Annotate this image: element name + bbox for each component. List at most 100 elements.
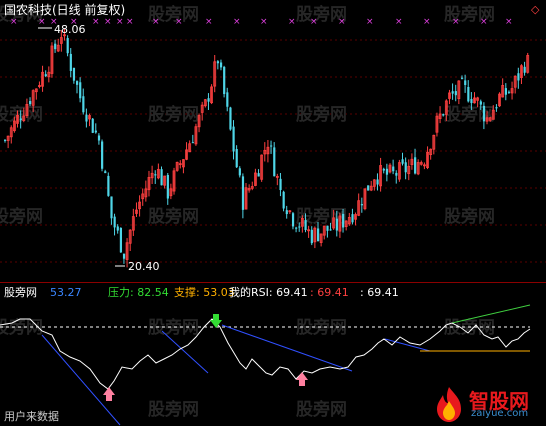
candle bbox=[260, 154, 264, 182]
candle bbox=[72, 67, 76, 84]
candle bbox=[203, 98, 207, 108]
candle bbox=[122, 253, 126, 264]
candle bbox=[523, 61, 526, 76]
candle bbox=[382, 167, 385, 174]
candle bbox=[116, 224, 119, 234]
watermark-text: 股旁网 bbox=[296, 399, 347, 420]
candle bbox=[457, 80, 461, 105]
candle bbox=[244, 183, 248, 210]
site-logo: 智股网 zaiyue.com bbox=[431, 385, 543, 423]
candle bbox=[426, 146, 429, 170]
candle bbox=[395, 170, 398, 184]
watermark-text: 股旁网 bbox=[0, 104, 43, 125]
candle bbox=[101, 139, 104, 172]
candle bbox=[429, 148, 433, 160]
candle bbox=[526, 52, 530, 74]
candle bbox=[229, 106, 232, 131]
candle bbox=[363, 188, 367, 211]
candle bbox=[510, 81, 514, 100]
high-price-label: 48.06 bbox=[54, 23, 86, 36]
candle bbox=[451, 83, 454, 100]
buy-marker-2 bbox=[296, 372, 308, 386]
candle bbox=[41, 65, 44, 92]
candle bbox=[238, 166, 241, 178]
candle bbox=[91, 118, 94, 134]
candle bbox=[210, 84, 213, 105]
candle bbox=[154, 170, 157, 184]
candle bbox=[467, 80, 470, 103]
candle bbox=[50, 42, 54, 78]
candle bbox=[416, 159, 420, 176]
candle bbox=[295, 226, 298, 233]
candle bbox=[495, 104, 498, 112]
x-mark-icon: × bbox=[480, 17, 488, 27]
candle bbox=[282, 190, 285, 212]
candle bbox=[94, 123, 97, 134]
kline-panel[interactable]: 股旁网 股旁网 股旁网 股旁网 股旁网 股旁网 股旁网 股旁网 股旁网 股旁网 股旁网 股旁网 × × ×… bbox=[0, 0, 546, 282]
candle bbox=[414, 148, 417, 175]
candle bbox=[360, 197, 364, 213]
x-mark-icon: × bbox=[423, 17, 431, 27]
candle bbox=[44, 70, 47, 77]
indicator-name: 股旁网 bbox=[4, 286, 37, 299]
candle bbox=[97, 133, 101, 145]
x-mark-icon: × bbox=[126, 17, 134, 27]
candle bbox=[156, 163, 160, 180]
candle bbox=[107, 172, 110, 197]
candle bbox=[166, 172, 169, 205]
x-mark-icon: × bbox=[233, 17, 241, 27]
x-mark-icon: × bbox=[205, 17, 213, 27]
candle bbox=[273, 142, 276, 177]
candle bbox=[397, 159, 401, 182]
candle bbox=[172, 167, 176, 195]
candle bbox=[388, 163, 392, 174]
candle bbox=[4, 138, 7, 143]
candle bbox=[160, 166, 163, 186]
candle bbox=[150, 165, 154, 184]
candle bbox=[191, 134, 194, 144]
candle bbox=[448, 89, 451, 105]
candle bbox=[263, 142, 267, 162]
candle bbox=[250, 181, 254, 191]
candle bbox=[354, 212, 357, 226]
x-mark-icon: × bbox=[10, 17, 18, 27]
rsi-value-red: : 69.41 bbox=[310, 286, 349, 299]
flame-logo-icon bbox=[437, 387, 461, 422]
candle bbox=[138, 195, 141, 217]
candle bbox=[135, 202, 138, 217]
candle bbox=[185, 142, 188, 161]
watermark-layer: 股旁网 股旁网 股旁网 股旁网股旁网 股旁网 股旁网 股旁网股旁网 股旁网 股旁网 股旁网 bbox=[0, 4, 495, 227]
candle bbox=[410, 153, 414, 170]
watermark-text: 股旁网 bbox=[148, 399, 199, 420]
candle bbox=[200, 101, 204, 121]
candle bbox=[85, 108, 88, 128]
candle bbox=[504, 83, 507, 101]
candle bbox=[197, 113, 201, 133]
kline-chart[interactable]: 股旁网 股旁网 股旁网 股旁网股旁网 股旁网 股旁网 股旁网股旁网 股旁网 股旁网 股旁网 × × ×… bbox=[0, 0, 546, 282]
watermark-text: 股旁网 bbox=[148, 317, 199, 338]
candle bbox=[385, 163, 389, 182]
candle bbox=[419, 160, 423, 166]
candle bbox=[169, 183, 173, 200]
candle bbox=[226, 87, 229, 112]
x-mark-icon: × bbox=[505, 17, 513, 27]
candle bbox=[438, 106, 442, 124]
watermark-layer-2: 股旁网股旁网股旁网股旁网股旁网股旁网 bbox=[0, 317, 495, 420]
rsi-label: 我的RSI: 69.41 bbox=[229, 286, 308, 299]
x-mark-icon: × bbox=[452, 17, 460, 27]
price-grid-lines bbox=[0, 39, 546, 263]
x-mark-icon: × bbox=[92, 17, 100, 27]
candle bbox=[175, 161, 179, 172]
candle bbox=[372, 179, 376, 191]
candle bbox=[379, 157, 383, 192]
x-mark-icon: × bbox=[116, 17, 124, 27]
candle bbox=[351, 208, 354, 225]
candle bbox=[344, 220, 348, 231]
candle bbox=[401, 152, 404, 166]
candle bbox=[270, 140, 273, 154]
candle bbox=[507, 90, 511, 94]
diamond-icon[interactable]: ◇ bbox=[531, 3, 539, 16]
candle bbox=[520, 64, 523, 85]
candle bbox=[82, 88, 85, 115]
candle bbox=[247, 184, 251, 193]
